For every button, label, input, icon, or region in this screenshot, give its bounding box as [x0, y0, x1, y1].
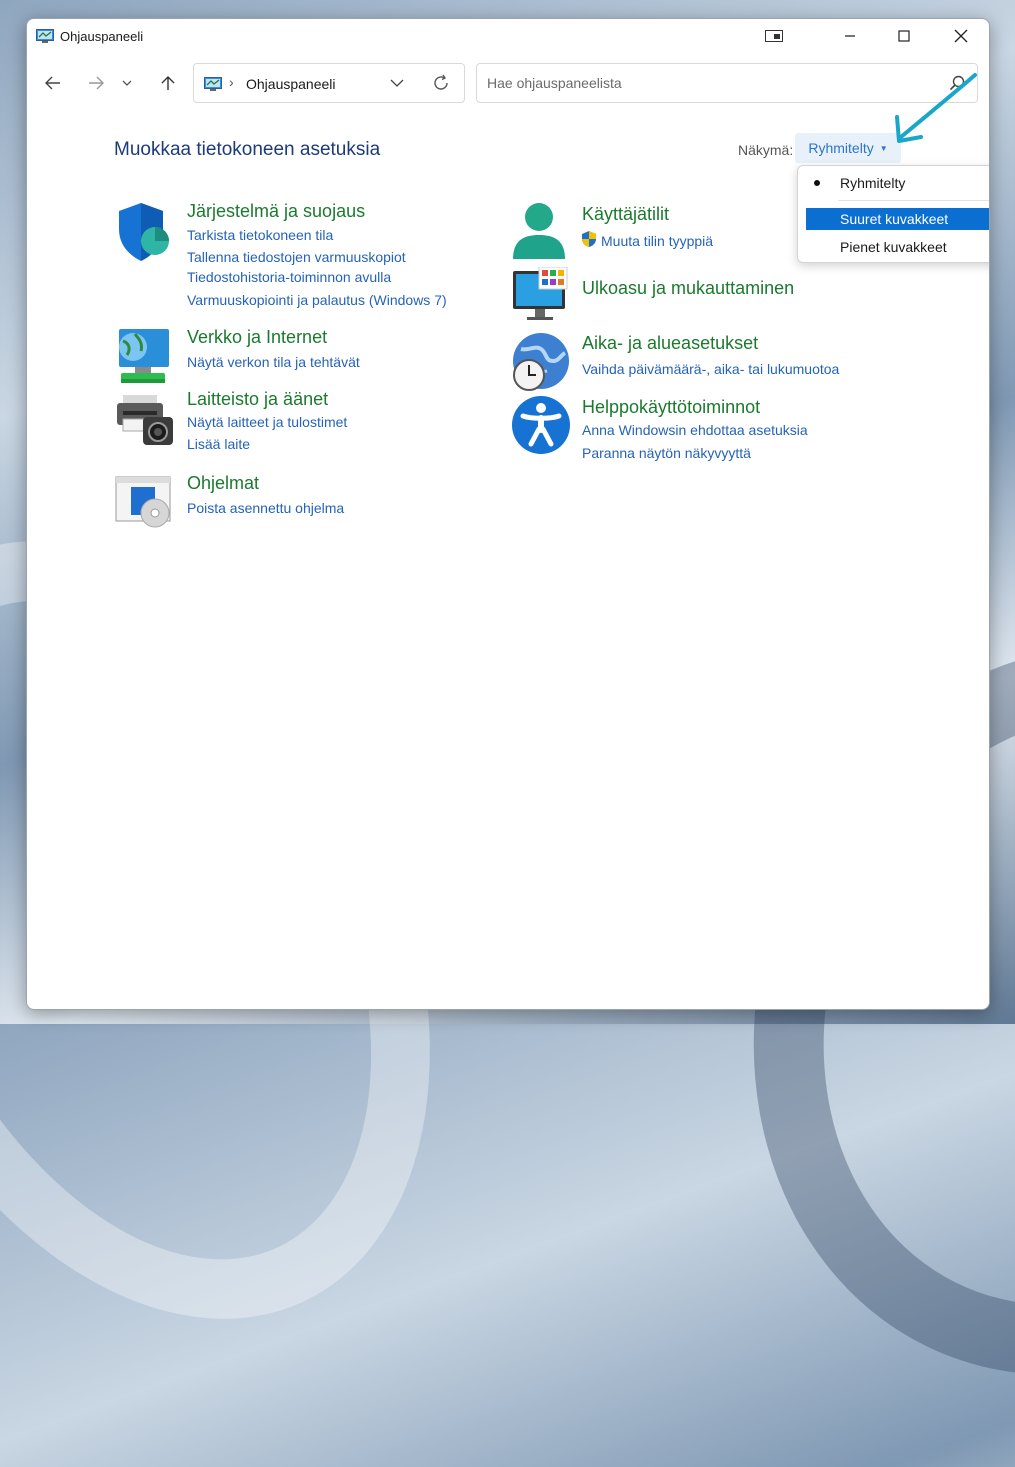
category-link[interactable]: Tarkista tietokoneen tila — [187, 227, 333, 243]
control-panel-icon — [204, 77, 222, 91]
breadcrumb-separator-icon: › — [229, 74, 234, 90]
menu-item-grouped[interactable]: Ryhmitelty — [806, 172, 989, 194]
category-link[interactable]: Tallenna tiedostojen varmuuskopiot — [187, 249, 406, 265]
minimize-button[interactable] — [827, 19, 873, 53]
refresh-button[interactable] — [432, 73, 450, 98]
category-link[interactable]: Näytä verkon tila ja tehtävät — [187, 354, 360, 370]
menu-divider — [838, 200, 989, 201]
forward-button[interactable] — [82, 71, 110, 95]
chevron-down-icon — [122, 80, 132, 86]
radio-bullet-icon — [814, 180, 820, 186]
snap-layout-button[interactable] — [751, 19, 797, 53]
category-title[interactable]: Verkko ja Internet — [187, 327, 327, 348]
category-link[interactable]: Lisää laite — [187, 436, 250, 452]
back-button[interactable] — [39, 71, 67, 95]
title-bar[interactable]: Ohjauspaneeli — [27, 19, 989, 55]
view-menu: Ryhmitelty Suuret kuvakkeet Pienet kuvak… — [797, 165, 989, 263]
annotation-arrow — [895, 73, 977, 143]
recent-locations-button[interactable] — [117, 71, 137, 95]
uac-shield-icon — [582, 231, 596, 247]
chevron-down-icon — [390, 79, 404, 87]
snap-icon — [765, 30, 783, 42]
category-link[interactable]: Paranna näytön näkyvyyttä — [582, 445, 751, 461]
globe-clock-icon — [513, 333, 569, 391]
close-icon — [954, 29, 968, 43]
category-title[interactable]: Laitteisto ja äänet — [187, 389, 328, 410]
category-link[interactable]: Tiedostohistoria-toiminnon avulla — [187, 269, 391, 285]
category-title[interactable]: Ulkoasu ja mukauttaminen — [582, 278, 794, 299]
view-label: Näkymä: — [738, 142, 794, 158]
accessibility-icon — [512, 396, 570, 454]
arrow-right-icon — [89, 76, 104, 90]
user-icon — [513, 203, 565, 259]
search-input[interactable] — [485, 74, 929, 92]
maximize-icon — [898, 30, 910, 42]
category-link[interactable]: Poista asennettu ohjelma — [187, 500, 344, 516]
category-title[interactable]: Järjestelmä ja suojaus — [187, 201, 365, 222]
window-title: Ohjauspaneeli — [60, 29, 144, 44]
minimize-icon — [845, 35, 855, 37]
view-dropdown-value: Ryhmitelty — [808, 140, 874, 156]
category-title[interactable]: Ohjelmat — [187, 473, 259, 494]
network-globe-icon — [119, 329, 169, 383]
address-bar[interactable]: › Ohjauspaneeli — [193, 63, 465, 103]
arrow-up-icon — [161, 76, 175, 90]
menu-item-small-icons[interactable]: Pienet kuvakkeet — [806, 236, 989, 258]
category-link[interactable]: Varmuuskopiointi ja palautus (Windows 7) — [187, 292, 447, 308]
menu-item-label: Suuret kuvakkeet — [840, 211, 949, 227]
breadcrumb-item[interactable]: Ohjauspaneeli — [246, 76, 336, 92]
navigation-bar: › Ohjauspaneeli — [27, 59, 989, 107]
programs-disc-icon — [115, 476, 171, 528]
control-panel-window: Ohjauspaneeli › Ohjauspaneeli Hae ohjaus… — [26, 18, 990, 1010]
page-title: Muokkaa tietokoneen asetuksia — [114, 139, 381, 160]
refresh-icon — [434, 74, 448, 90]
control-panel-icon — [36, 29, 54, 43]
category-link[interactable]: Näytä laitteet ja tulostimet — [187, 414, 347, 430]
arrow-left-icon — [45, 76, 60, 90]
menu-item-label: Ryhmitelty — [840, 175, 906, 191]
menu-item-label: Pienet kuvakkeet — [840, 239, 947, 255]
menu-item-large-icons[interactable]: Suuret kuvakkeet — [806, 208, 989, 230]
category-title[interactable]: Aika- ja alueasetukset — [582, 333, 758, 354]
up-button[interactable] — [154, 71, 182, 95]
caret-down-icon: ▼ — [879, 143, 888, 153]
maximize-button[interactable] — [881, 19, 927, 53]
monitor-colors-icon — [513, 267, 568, 320]
category-title[interactable]: Käyttäjätilit — [582, 204, 669, 225]
category-title[interactable]: Helppokäyttötoiminnot — [582, 397, 760, 418]
view-dropdown[interactable]: Ryhmitelty ▼ — [795, 133, 901, 163]
address-dropdown-button[interactable] — [390, 73, 404, 98]
category-link[interactable]: Anna Windowsin ehdottaa asetuksia — [582, 422, 808, 438]
printer-camera-icon — [117, 395, 173, 445]
category-link[interactable]: Muuta tilin tyyppiä — [601, 233, 713, 249]
close-button[interactable] — [938, 19, 984, 53]
shield-icon — [119, 203, 169, 261]
category-link[interactable]: Vaihda päivämäärä-, aika- tai lukumuotoa — [582, 361, 839, 377]
